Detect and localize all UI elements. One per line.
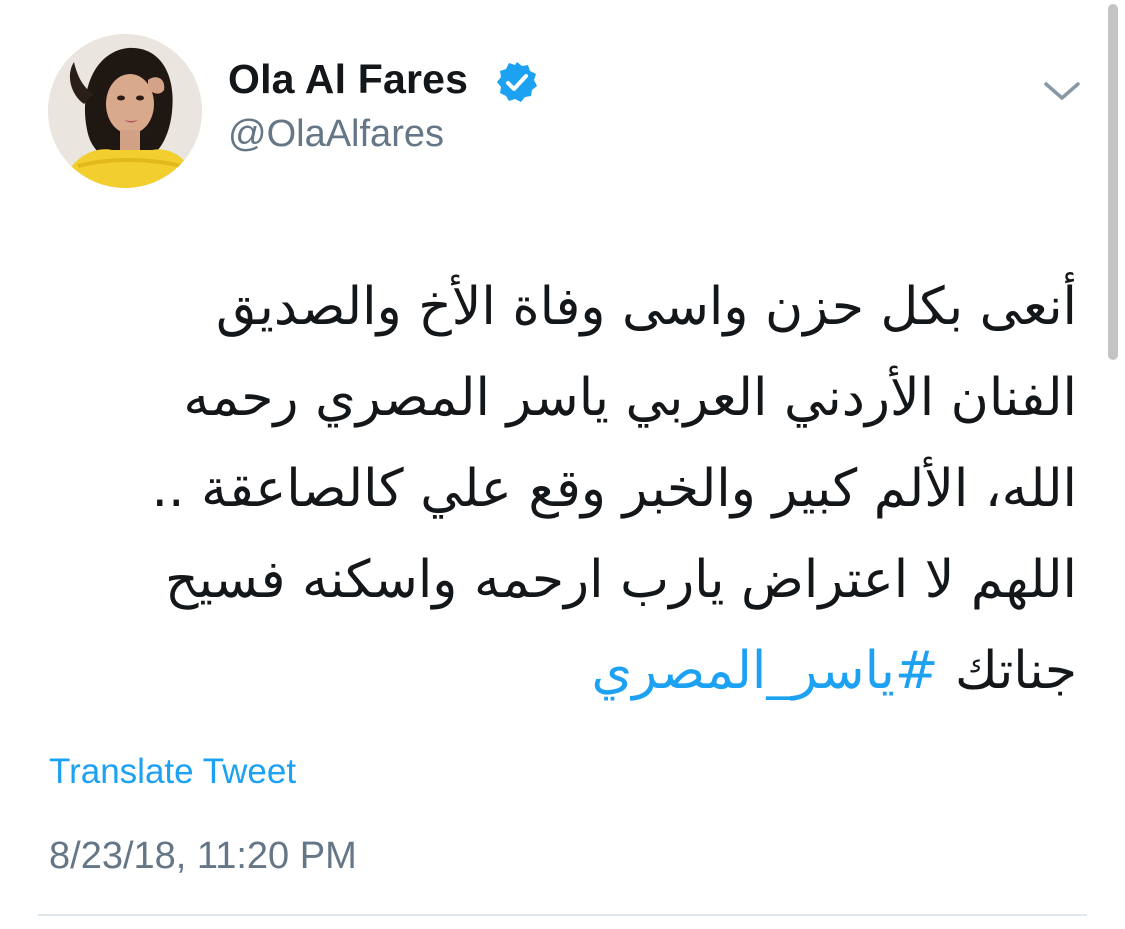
translate-tweet-link[interactable]: Translate Tweet [49, 752, 296, 792]
author-name[interactable]: Ola Al Fares [228, 56, 468, 103]
tweet-line: اللهم لا اعتراض يارب ارحمه واسكنه فسيح [164, 550, 1077, 610]
tweet-line: الفنان الأردني العربي ياسر المصري رحمه [183, 368, 1077, 428]
chevron-down-icon[interactable] [1042, 76, 1082, 104]
divider [38, 914, 1087, 916]
tweet-line-last: جناتك #ياسر_المصري [77, 626, 1077, 717]
tweet-text: أنعى بكل حزن واسى وفاة الأخ والصديق الفن… [77, 262, 1078, 717]
avatar-image [48, 34, 202, 188]
tweet-line: الله، الألم كبير والخبر وقع علي كالصاعقة… [151, 459, 1078, 519]
tweet-line: أنعى بكل حزن واسى وفاة الأخ والصديق [216, 277, 1077, 337]
tweet-detail: Ola Al Fares @OlaAlfares أنعى بكل حزن وا… [0, 0, 1125, 929]
scrollbar[interactable] [1108, 4, 1118, 360]
hashtag-link[interactable]: #ياسر_المصري [591, 641, 938, 701]
verified-badge-icon [497, 62, 537, 102]
avatar[interactable] [48, 34, 202, 188]
tweet-line-text: جناتك [938, 641, 1077, 701]
tweet-timestamp: 8/23/18, 11:20 PM [49, 835, 357, 877]
author-handle[interactable]: @OlaAlfares [228, 113, 444, 156]
